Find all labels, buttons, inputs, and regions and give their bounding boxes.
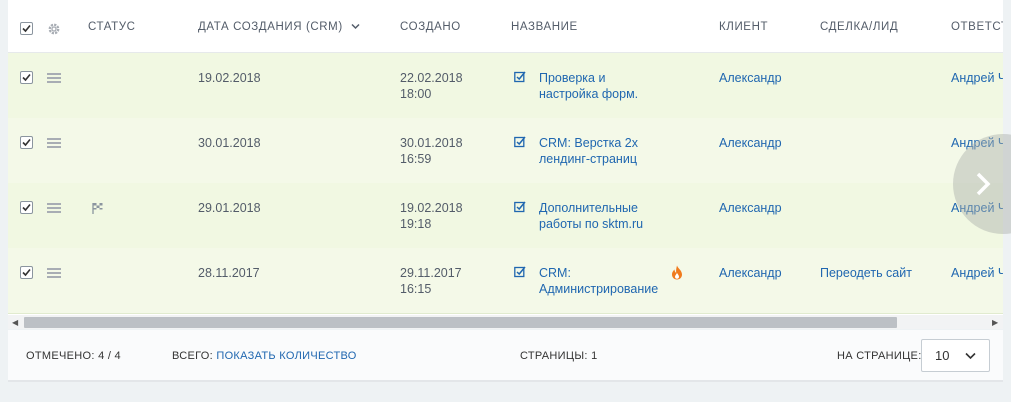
total-label: ВСЕГО: [172, 350, 214, 362]
drag-menu-icon[interactable] [47, 138, 61, 148]
task-name-line2[interactable]: работы по sktm.ru [539, 217, 643, 232]
row-created-date: 19.02.2018 [400, 201, 463, 215]
client-link[interactable]: Александр [719, 136, 782, 151]
table-row[interactable]: 19.02.2018 22.02.2018 18:00 Проверка и н… [8, 53, 1003, 119]
row-date: 28.11.2017 [198, 266, 260, 280]
row-created-date: 22.02.2018 [400, 71, 463, 85]
table-row[interactable]: 28.11.2017 29.11.2017 16:15 CRM: Админис… [8, 248, 1003, 314]
table-row[interactable]: 29.01.2018 19.02.2018 19:18 Дополнительн… [8, 183, 1003, 249]
row-created-time: 19:18 [400, 217, 432, 231]
pages-info: СТРАНИЦЫ: 1 [520, 350, 598, 362]
check-icon [22, 24, 31, 33]
row-date: 29.01.2018 [198, 201, 261, 215]
marked-label: ОТМЕЧЕНО: [26, 350, 95, 362]
task-name-line1[interactable]: CRM: Верстка 2х [539, 136, 638, 151]
row-created-time: 18:00 [400, 87, 432, 101]
table-row[interactable]: 30.01.2018 30.01.2018 16:59 CRM: Верстка… [8, 118, 1003, 184]
drag-menu-icon[interactable] [47, 203, 61, 213]
per-page-value: 10 [935, 348, 950, 363]
task-check-icon [514, 201, 526, 213]
grid-footer: ОТМЕЧЕНО: 4 / 4 ВСЕГО: ПОКАЗАТЬ КОЛИЧЕСТ… [8, 330, 1003, 382]
task-check-icon [514, 71, 526, 83]
row-created-date: 29.11.2017 [400, 266, 462, 280]
row-created-date: 30.01.2018 [400, 136, 463, 150]
horizontal-scrollbar[interactable]: ◀ ▶ [8, 315, 1003, 329]
task-name-line1[interactable]: Проверка и [539, 71, 605, 86]
task-name-line1[interactable]: CRM: [539, 266, 571, 281]
task-name-line1[interactable]: Дополнительные [539, 201, 638, 216]
scroll-left-arrow-icon[interactable]: ◀ [12, 318, 18, 327]
task-list-grid: СТАТУС ДАТА СОЗДАНИЯ (CRM) СОЗДАНО НАЗВА… [0, 0, 1011, 402]
task-check-icon [514, 266, 526, 278]
row-date: 19.02.2018 [198, 71, 261, 85]
grid-table: СТАТУС ДАТА СОЗДАНИЯ (CRM) СОЗДАНО НАЗВА… [8, 0, 1003, 315]
task-name-line2[interactable]: лендинг-страниц [539, 152, 637, 167]
check-icon [22, 138, 31, 147]
column-status[interactable]: СТАТУС [88, 21, 136, 33]
task-name-line2[interactable]: Администрирование [539, 282, 658, 297]
chevron-down-icon [351, 23, 360, 30]
column-client[interactable]: КЛИЕНТ [719, 21, 768, 33]
drag-menu-icon[interactable] [47, 268, 61, 278]
marked-count: ОТМЕЧЕНО: 4 / 4 [26, 350, 121, 362]
check-icon [22, 268, 31, 277]
show-count-link[interactable]: ПОКАЗАТЬ КОЛИЧЕСТВО [216, 350, 356, 362]
check-icon [22, 73, 31, 82]
gear-icon[interactable] [47, 22, 61, 36]
check-icon [22, 203, 31, 212]
column-name[interactable]: НАЗВАНИЕ [511, 21, 578, 33]
fire-icon [672, 265, 682, 280]
row-date: 30.01.2018 [198, 136, 261, 150]
flag-icon[interactable] [91, 201, 105, 215]
task-name-line2[interactable]: настройка форм. [539, 87, 638, 102]
select-all-checkbox[interactable] [20, 22, 33, 35]
client-link[interactable]: Александр [719, 266, 782, 281]
row-checkbox[interactable] [20, 266, 33, 279]
row-checkbox[interactable] [20, 71, 33, 84]
row-created-time: 16:15 [400, 282, 432, 296]
per-page-label: НА СТРАНИЦЕ: [837, 350, 922, 362]
row-created-time: 16:59 [400, 152, 432, 166]
pages-value: 1 [591, 350, 598, 362]
column-created-date-label: ДАТА СОЗДАНИЯ (CRM) [198, 21, 343, 33]
grid-header: СТАТУС ДАТА СОЗДАНИЯ (CRM) СОЗДАНО НАЗВА… [8, 0, 1003, 53]
client-link[interactable]: Александр [719, 201, 782, 216]
scroll-right-arrow-icon[interactable]: ▶ [992, 318, 998, 327]
drag-menu-icon[interactable] [47, 73, 61, 83]
task-check-icon [514, 136, 526, 148]
scrollbar-thumb[interactable] [24, 317, 897, 328]
per-page-select[interactable]: 10 [921, 339, 990, 372]
chevron-down-icon [965, 352, 976, 360]
column-created-date[interactable]: ДАТА СОЗДАНИЯ (CRM) [198, 21, 360, 33]
row-checkbox[interactable] [20, 201, 33, 214]
responsible-link[interactable]: Андрей Ч [951, 266, 1003, 281]
column-deal[interactable]: СДЕЛКА/ЛИД [820, 21, 898, 33]
marked-value: 4 / 4 [98, 350, 121, 362]
column-responsible[interactable]: ОТВЕТСТВ [951, 21, 1003, 33]
deal-link[interactable]: Переодеть сайт [820, 266, 912, 281]
client-link[interactable]: Александр [719, 71, 782, 86]
pages-label: СТРАНИЦЫ: [520, 350, 588, 362]
responsible-link[interactable]: Андрей Ч [951, 71, 1003, 86]
chevron-right-icon [976, 172, 991, 196]
row-checkbox[interactable] [20, 136, 33, 149]
column-created[interactable]: СОЗДАНО [400, 21, 461, 33]
total-count: ВСЕГО: ПОКАЗАТЬ КОЛИЧЕСТВО [172, 350, 357, 362]
